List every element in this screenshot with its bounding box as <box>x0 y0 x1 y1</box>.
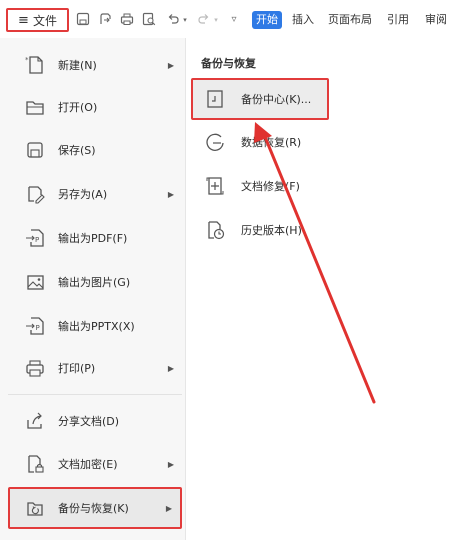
export-pptx-icon: P <box>22 313 48 339</box>
chevron-right-icon: ▶ <box>167 60 174 70</box>
print-preview-icon[interactable] <box>142 12 158 28</box>
svg-text:*: * <box>25 56 29 64</box>
save-icon[interactable] <box>76 12 92 28</box>
menu-item-label: 文档加密(E) <box>58 458 118 471</box>
file-menu-button[interactable]: ≡ 文件 <box>6 8 69 32</box>
print-icon[interactable] <box>120 12 136 28</box>
data-recovery-icon <box>203 130 227 154</box>
menu-item-export-pptx[interactable]: P 输出为PPTX(X) <box>8 306 182 346</box>
undo-dropdown-icon[interactable]: ▾ <box>181 12 189 28</box>
chevron-right-icon: ▶ <box>167 189 174 199</box>
hamburger-icon: ≡ <box>18 12 29 28</box>
submenu-item-label: 备份中心(K)... <box>241 93 312 106</box>
print-icon <box>22 355 48 381</box>
redo-dropdown-icon[interactable]: ▾ <box>212 12 220 28</box>
submenu-item-label: 历史版本(H) <box>241 224 302 237</box>
chevron-right-icon: ▶ <box>167 459 174 469</box>
svg-text:P: P <box>35 236 39 244</box>
submenu-item-label: 数据恢复(R) <box>241 136 302 149</box>
chevron-right-icon: ▶ <box>165 503 172 513</box>
submenu-item-backup-center[interactable]: 备份中心(K)... <box>191 78 329 120</box>
menu-item-label: 保存(S) <box>58 144 96 157</box>
menu-item-save-as[interactable]: 另存为(A) ▶ <box>8 174 182 214</box>
backup-restore-submenu: 备份与恢复 备份中心(K)... 数据恢复(R) 文档修复(F) 历史版本(H) <box>187 38 453 540</box>
tab-review[interactable]: 审阅 <box>425 12 447 28</box>
customize-dropdown-icon[interactable]: ▿ <box>226 12 242 28</box>
menu-item-label: 输出为PDF(F) <box>58 232 128 245</box>
backup-center-icon <box>203 87 227 111</box>
menu-item-label: 分享文档(D) <box>58 415 120 428</box>
submenu-title: 备份与恢复 <box>201 57 256 70</box>
submenu-item-label: 文档修复(F) <box>241 180 300 193</box>
doc-repair-icon <box>203 174 227 198</box>
redo-icon[interactable] <box>197 12 213 28</box>
tab-page-layout[interactable]: 页面布局 <box>328 12 372 28</box>
menu-divider <box>8 394 182 395</box>
submenu-item-doc-repair[interactable]: 文档修复(F) <box>203 166 433 206</box>
menu-item-label: 输出为图片(G) <box>58 276 131 289</box>
save-as-icon <box>22 181 48 207</box>
menu-item-label: 打印(P) <box>58 362 96 375</box>
submenu-item-history-version[interactable]: 历史版本(H) <box>203 210 433 250</box>
menu-item-label: 输出为PPTX(X) <box>58 320 135 333</box>
menu-item-open[interactable]: 打开(O) <box>8 87 182 127</box>
undo-icon[interactable] <box>166 12 182 28</box>
export-pdf-icon: P <box>22 225 48 251</box>
backup-icon <box>22 495 48 521</box>
menu-item-export-pdf[interactable]: P 输出为PDF(F) <box>8 218 182 258</box>
history-version-icon <box>203 218 227 242</box>
menu-item-share[interactable]: 分享文档(D) <box>8 401 182 441</box>
save-icon <box>22 137 48 163</box>
file-menu-label: 文件 <box>32 13 57 28</box>
export-icon[interactable] <box>98 12 114 28</box>
folder-open-icon <box>22 94 48 120</box>
menu-item-print[interactable]: 打印(P) ▶ <box>8 348 182 388</box>
menu-item-label: 打开(O) <box>58 101 98 114</box>
submenu-item-data-recovery[interactable]: 数据恢复(R) <box>203 122 433 162</box>
menu-item-label: 新建(N) <box>58 59 97 72</box>
new-doc-icon: * <box>22 52 48 78</box>
menu-item-export-image[interactable]: 输出为图片(G) <box>8 262 182 302</box>
tab-insert[interactable]: 插入 <box>292 12 314 28</box>
svg-text:P: P <box>36 324 40 332</box>
menu-item-backup-restore[interactable]: 备份与恢复(K) ▶ <box>8 487 182 529</box>
chevron-right-icon: ▶ <box>167 363 174 373</box>
share-icon <box>22 408 48 434</box>
menu-item-label: 另存为(A) <box>58 188 108 201</box>
menu-item-new[interactable]: * 新建(N) ▶ <box>8 45 182 85</box>
tab-home[interactable]: 开始 <box>252 11 282 29</box>
menu-item-label: 备份与恢复(K) <box>58 502 129 515</box>
export-image-icon <box>22 269 48 295</box>
file-menu-panel: * 新建(N) ▶ 打开(O) 保存(S) 另存为(A) ▶ P 输出为PDF(… <box>0 38 186 540</box>
menu-item-encrypt[interactable]: 文档加密(E) ▶ <box>8 444 182 484</box>
encrypt-icon <box>22 451 48 477</box>
tab-references[interactable]: 引用 <box>387 12 409 28</box>
top-toolbar: ≡ 文件 ▾ ▾ ▿ 开始 插入 页面布局 引用 审阅 <box>0 0 453 38</box>
menu-item-save[interactable]: 保存(S) <box>8 130 182 170</box>
